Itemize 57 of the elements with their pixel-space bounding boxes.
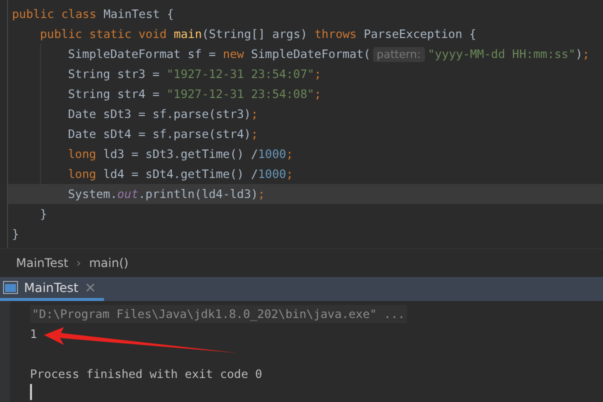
output-line: 1	[30, 327, 38, 341]
keyword: ;	[286, 167, 294, 181]
code-line[interactable]: Date sDt4 = sf.parse(str4);	[8, 124, 603, 144]
string-literal: "1927-12-31 23:54:07"	[166, 67, 314, 81]
code-text: ParseException {	[364, 27, 476, 41]
chevron-icon: ›	[76, 256, 82, 270]
code-line[interactable]: long ld3 = sDt3.getTime() /1000;	[8, 144, 603, 164]
code-text: String str4 =	[68, 87, 160, 101]
code-line[interactable]: Date sDt3 = sf.parse(str3);	[8, 104, 603, 124]
keyword: ;	[250, 127, 258, 141]
number-literal: 1000	[258, 147, 286, 161]
keyword: ;	[582, 47, 590, 61]
keyword: ;	[250, 107, 258, 121]
code-line[interactable]: public static void main(String[] args) throws ParseException {	[8, 24, 603, 44]
code-text: ld4 = sDt4.getTime() /	[103, 167, 258, 181]
code-text: MainTest {	[103, 7, 174, 21]
breadcrumb[interactable]: MainTest	[16, 256, 68, 270]
code-text: )	[576, 47, 583, 61]
keyword: ;	[286, 147, 294, 161]
code-text: }	[40, 207, 48, 221]
keyword: ;	[258, 187, 266, 201]
code-text: ld3 = sDt3.getTime() /	[103, 147, 258, 161]
code-editor[interactable]	[7, 0, 603, 248]
console-icon	[3, 281, 18, 294]
code-text: SimpleDateFormat sf =	[68, 47, 217, 61]
keyword: public static void	[40, 27, 168, 41]
keyword: long	[68, 167, 98, 181]
code-text: (String[] args)	[202, 27, 308, 41]
keyword: throws	[314, 27, 358, 41]
method-name: main	[174, 27, 202, 41]
code-line[interactable]: }	[8, 224, 603, 244]
code-text: String str3 =	[68, 67, 160, 81]
keyword: long	[68, 147, 98, 161]
code-line[interactable]: String str4 = "1927-12-31 23:54:08";	[8, 84, 603, 104]
keyword: public class	[12, 7, 98, 21]
code-text: System.	[68, 187, 118, 201]
string-literal: "yyyy-MM-dd HH:mm:ss"	[428, 47, 576, 61]
code-line[interactable]: public class MainTest {	[8, 4, 603, 24]
number-literal: 1000	[258, 167, 286, 181]
output-line: Process finished with exit code 0	[30, 367, 262, 381]
breadcrumb[interactable]: main()	[89, 256, 128, 270]
code-text: Date sDt3 = sf.parse(str3)	[68, 107, 251, 121]
code-line[interactable]: String str3 = "1927-12-31 23:54:07";	[8, 64, 603, 84]
run-tab[interactable]: MainTest ×	[0, 277, 104, 301]
code-text: }	[12, 227, 20, 241]
keyword: ;	[314, 87, 322, 101]
code-text: SimpleDateFormat(	[250, 47, 371, 61]
code-line[interactable]: }	[8, 204, 603, 224]
code-text: .println(ld4-ld3)	[138, 187, 258, 201]
code-line[interactable]: SimpleDateFormat sf = new SimpleDateFormat( pattern: "yyyy-MM-dd HH:mm:ss");	[8, 44, 603, 64]
field-name: out	[117, 187, 138, 201]
string-literal: "1927-12-31 23:54:08"	[166, 87, 314, 101]
keyword: ;	[314, 67, 322, 81]
code-text: Date sDt4 = sf.parse(str4)	[68, 127, 251, 141]
text-cursor	[30, 384, 32, 400]
parameter-hint: pattern:	[372, 46, 425, 62]
keyword: new	[222, 47, 245, 61]
